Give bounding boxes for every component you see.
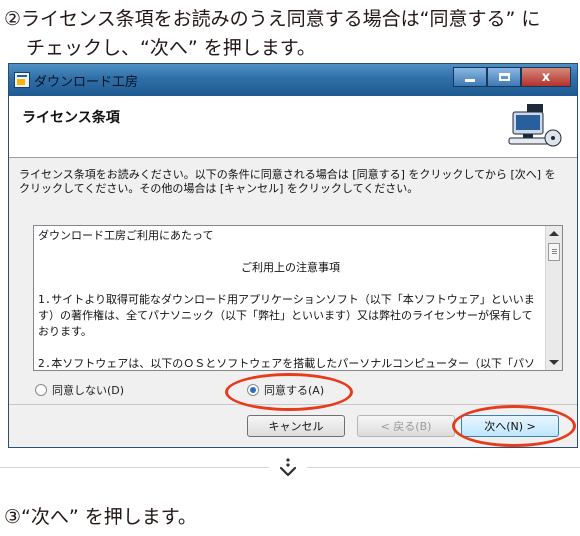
license-textbox[interactable]: ダウンロード工房ご利用にあたって ご利用上の注意事項 1.サイトより取得可能なダ… <box>33 225 563 371</box>
window-title: ダウンロード工房 <box>34 75 139 90</box>
radio-disagree-circle[interactable] <box>35 384 47 396</box>
license-para2: 2.本ソフトウェアは、以下のＯＳとソフトウェアを搭載したパーソナルコンピューター… <box>38 357 536 370</box>
scroll-down-icon[interactable] <box>549 360 559 365</box>
step3-instruction: ③“次へ” を押します。 <box>4 506 197 528</box>
license-text: ダウンロード工房ご利用にあたって ご利用上の注意事項 1.サイトより取得可能なダ… <box>38 228 543 370</box>
radio-disagree[interactable]: 同意しない(D) <box>35 382 124 398</box>
step2-line1: ②ライセンス条項をお読みのうえ同意する場合は“同意する” に <box>4 8 541 30</box>
license-scrollbar[interactable] <box>545 226 562 370</box>
license-heading: ご利用上の注意事項 <box>241 261 340 274</box>
next-button[interactable]: 次へ(N) > <box>461 415 559 437</box>
radio-agree-circle[interactable] <box>247 384 259 396</box>
chevron-down-dots-icon <box>279 458 297 477</box>
title-bar[interactable]: ダウンロード工房 x <box>9 64 577 96</box>
intro-text: ライセンス条項をお読みください。以下の条件に同意される場合は [同意する] をク… <box>19 168 556 195</box>
maximize-icon <box>498 73 510 81</box>
step2-instruction: ②ライセンス条項をお読みのうえ同意する場合は“同意する” に チェックし、“次へ… <box>4 5 574 63</box>
installer-window: ダウンロード工房 x ライセンス条項 ライセンス条項をお読みください。以下の条件… <box>8 63 578 448</box>
app-icon <box>14 72 30 88</box>
radio-disagree-label: 同意しない(D) <box>52 384 125 397</box>
license-line1: ダウンロード工房ご利用にあたって <box>38 229 214 242</box>
maximize-button[interactable] <box>487 67 521 87</box>
header-band: ライセンス条項 <box>9 96 577 158</box>
back-button[interactable]: < 戻る(B) <box>357 415 455 437</box>
down-arrow-badge <box>269 457 307 479</box>
cancel-button[interactable]: キャンセル <box>247 415 345 437</box>
pc-setup-icon <box>508 104 562 147</box>
page-title: ライセンス条項 <box>22 110 120 126</box>
close-button[interactable]: x <box>521 67 571 87</box>
license-para1: 1.サイトより取得可能なダウンロード用アプリケーションソフト（以下「本ソフトウェ… <box>38 293 535 338</box>
minimize-button[interactable] <box>453 67 487 87</box>
window-controls: x <box>453 67 571 89</box>
radio-agree-label: 同意する(A) <box>264 384 325 397</box>
divider <box>9 404 577 405</box>
scroll-thumb[interactable] <box>548 243 560 261</box>
scroll-up-icon[interactable] <box>549 231 559 236</box>
radio-agree[interactable]: 同意する(A) <box>247 382 324 398</box>
minimize-icon <box>465 79 475 82</box>
step2-line2: チェックし、“次へ” を押します。 <box>26 37 316 59</box>
